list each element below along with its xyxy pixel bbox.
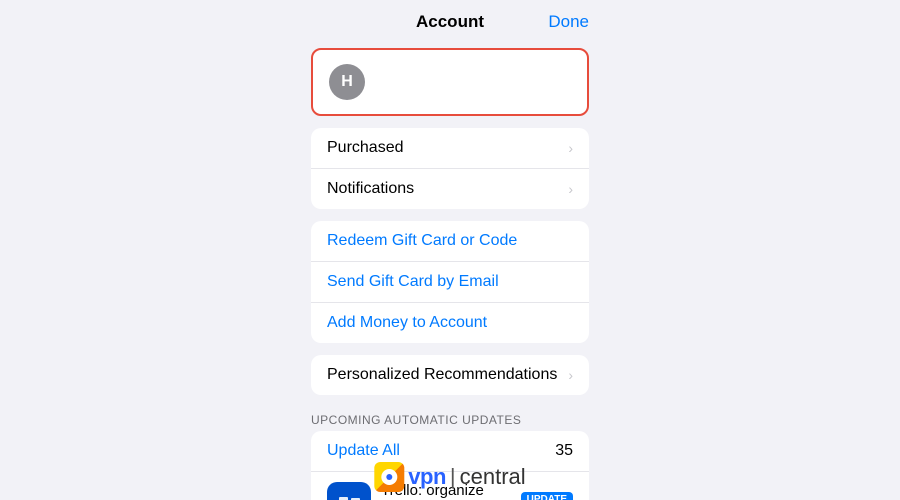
send-gift-card-item[interactable]: Send Gift Card by Email [311,262,589,303]
vpn-logo-icon [374,462,404,492]
update-all-button[interactable]: Update All [327,442,400,460]
update-count-badge: 35 [555,442,573,460]
add-money-label: Add Money to Account [327,314,487,332]
nav-list: Purchased › Notifications › [311,128,589,209]
page-title: Account [416,12,484,32]
redeem-gift-card-item[interactable]: Redeem Gift Card or Code [311,221,589,262]
watermark-separator: | [450,464,456,490]
chevron-right-icon: › [568,367,573,383]
notifications-label: Notifications [327,180,414,198]
gift-section: Redeem Gift Card or Code Send Gift Card … [311,221,589,343]
vpn-text: vpn [408,464,446,490]
redeem-label: Redeem Gift Card or Code [327,232,517,250]
personalized-item[interactable]: Personalized Recommendations › [311,355,589,395]
done-button[interactable]: Done [548,12,589,32]
trello-app-icon [327,482,371,500]
purchased-label: Purchased [327,139,404,157]
chevron-right-icon: › [568,140,573,156]
avatar: H [329,64,365,100]
update-badge[interactable]: UPDATE [521,492,573,500]
updates-section-label: UPCOMING AUTOMATIC UPDATES [295,407,605,431]
central-text: central [460,464,526,490]
notifications-item[interactable]: Notifications › [311,169,589,209]
profile-section[interactable]: H [311,48,589,116]
add-money-item[interactable]: Add Money to Account [311,303,589,343]
watermark: vpn | central [374,462,525,492]
send-label: Send Gift Card by Email [327,273,499,291]
purchased-item[interactable]: Purchased › [311,128,589,169]
header: Account Done [295,0,605,40]
personalized-label: Personalized Recommendations [327,366,557,384]
personalized-section: Personalized Recommendations › [311,355,589,395]
phone-container: Account Done H Purchased › Notifications… [295,0,605,500]
chevron-right-icon: › [568,181,573,197]
